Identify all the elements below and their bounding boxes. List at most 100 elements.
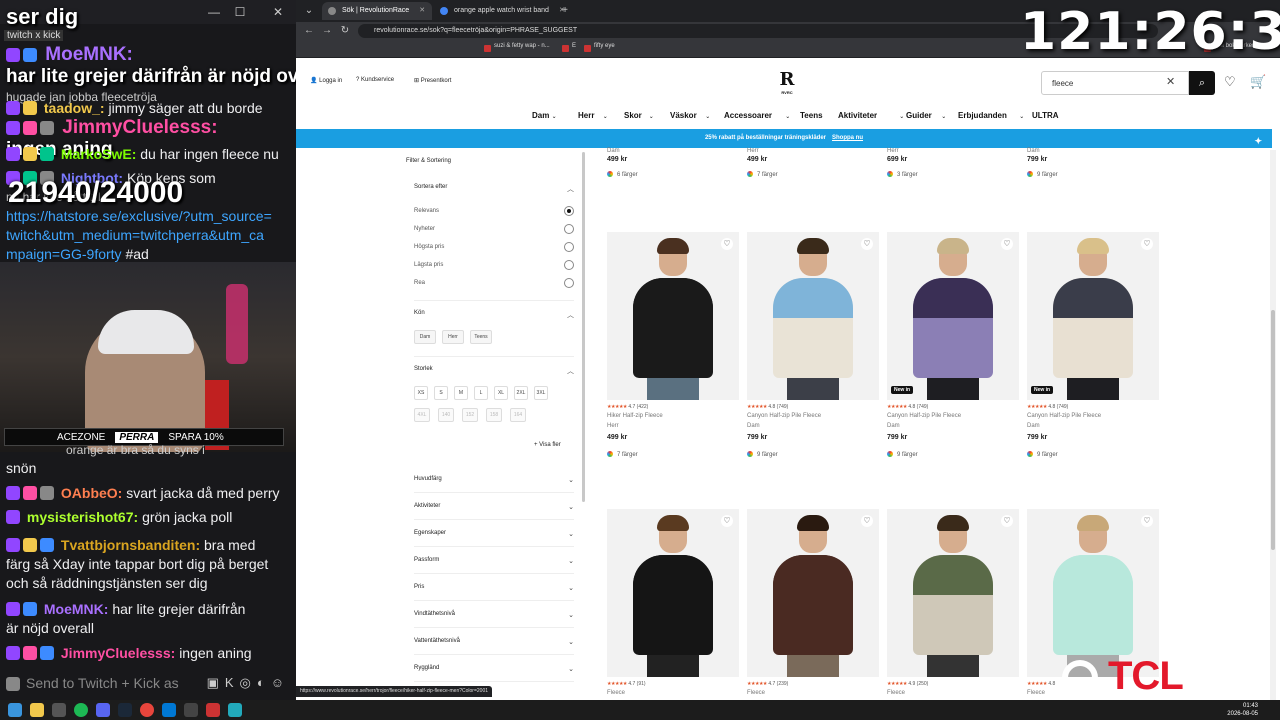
gender-heading[interactable]: Kön ︿ — [414, 310, 574, 319]
radio-button[interactable] — [564, 260, 574, 270]
product-colors[interactable]: 6 färger — [607, 171, 739, 178]
nav-item-aktiviteter[interactable]: Aktiviteter — [838, 111, 877, 120]
app-icon[interactable] — [184, 703, 198, 717]
cart-icon[interactable]: 🛒 — [1250, 74, 1266, 90]
product-image[interactable]: ♡ New in — [887, 232, 1019, 400]
product-colors[interactable]: 9 färger — [747, 451, 778, 458]
product-name[interactable]: Fleece — [887, 690, 905, 696]
nav-item-guider[interactable]: Guider — [906, 111, 932, 120]
explorer-icon[interactable] — [30, 703, 44, 717]
radio-button[interactable] — [564, 242, 574, 252]
discord-icon[interactable] — [96, 703, 110, 717]
product-colors[interactable]: 7 färger — [607, 451, 638, 458]
size-chip[interactable]: L — [474, 386, 488, 400]
filter-section[interactable]: Ryggländ ⌄ — [414, 665, 574, 673]
chat-link[interactable]: mpaign=GG-9forty — [6, 246, 122, 262]
spotify-icon[interactable] — [74, 703, 88, 717]
app-icon[interactable] — [206, 703, 220, 717]
tab-google-search[interactable]: orange apple watch wrist band ✕ — [434, 2, 565, 20]
search-button[interactable]: ⌕ — [1189, 71, 1215, 95]
nav-item-herr[interactable]: Herr — [578, 111, 594, 120]
maximize-icon[interactable]: ☐ — [232, 4, 248, 20]
product-image[interactable]: ♡ New in — [1027, 232, 1159, 400]
tab-close-icon[interactable]: ✕ — [419, 7, 425, 14]
product-name[interactable]: Fleece — [1027, 690, 1045, 696]
size-chip[interactable]: XL — [494, 386, 508, 400]
page-scrollbar-thumb[interactable] — [1271, 310, 1275, 550]
chrome-icon[interactable] — [140, 703, 154, 717]
wishlist-heart-icon[interactable]: ♡ — [1001, 515, 1013, 527]
site-logo[interactable]: R RVRC — [770, 69, 804, 95]
login-link[interactable]: 👤 Logga in — [310, 77, 342, 84]
wishlist-heart-icon[interactable]: ♡ — [1224, 74, 1236, 90]
filter-section[interactable]: Huvudfärg ⌄ — [414, 476, 574, 484]
back-icon[interactable]: ← — [302, 24, 316, 38]
product-image[interactable]: ♡ — [607, 509, 739, 677]
bookmark-item[interactable]: suzi & fetty wap - n... — [484, 43, 550, 52]
minimize-icon[interactable]: — — [206, 4, 222, 20]
filter-section[interactable]: Egenskaper ⌄ — [414, 530, 574, 538]
product-name[interactable]: Fleece — [607, 690, 625, 696]
nav-item-teens[interactable]: Teens — [800, 111, 823, 120]
bookmark-item[interactable]: fifty eye — [584, 43, 615, 52]
customer-service-link[interactable]: ? Kundservice — [356, 77, 394, 83]
sort-heading[interactable]: Sortera efter ︿ — [414, 184, 574, 193]
filter-section[interactable]: Vattentäthetsnivå ⌄ — [414, 638, 574, 646]
chat-username[interactable]: JimmyCluelesss: — [62, 117, 217, 138]
reload-icon[interactable]: ↻ — [338, 24, 352, 38]
nav-item-ultra[interactable]: ULTRA — [1032, 111, 1059, 120]
chat-username[interactable]: taadow_: — [44, 100, 105, 116]
show-more-sizes[interactable]: + Visa fler — [534, 442, 561, 448]
product-card-partial[interactable]: Dam 499 kr 6 färger — [607, 148, 739, 178]
product-colors[interactable]: 9 färger — [1027, 171, 1159, 178]
nav-item-väskor[interactable]: Väskor — [670, 111, 697, 120]
banner-link[interactable]: Shoppa nu — [832, 135, 863, 141]
size-heading[interactable]: Storlek ︿ — [414, 366, 574, 375]
chat-username[interactable]: mysisterishot67: — [27, 509, 138, 525]
filter-scrollbar[interactable] — [582, 152, 585, 502]
chat-username[interactable]: MarkoSwE: — [61, 146, 136, 162]
product-colors[interactable]: 9 färger — [887, 451, 918, 458]
size-chip[interactable]: S — [434, 386, 448, 400]
steam-icon[interactable] — [118, 703, 132, 717]
product-card-partial[interactable]: Herr 699 kr 3 färger — [887, 148, 1019, 178]
product-name[interactable]: Canyon Half-zip Pile Fleece — [887, 413, 961, 419]
clear-search-icon[interactable]: ✕ — [1166, 75, 1175, 88]
new-tab-icon[interactable]: + — [558, 4, 572, 18]
chat-tool-icons[interactable]: ▣K◎◐☺ — [207, 675, 290, 691]
product-image[interactable]: ♡ — [607, 232, 739, 400]
gender-chip[interactable]: Teens — [470, 330, 492, 344]
filter-section[interactable]: Aktiviteter ⌄ — [414, 503, 574, 511]
bookmark-item[interactable]: E — [562, 43, 576, 52]
chat-username[interactable]: Tvattbjornsbanditen: — [61, 537, 200, 553]
tab-search-icon[interactable]: ⌄ — [302, 4, 316, 18]
sort-option[interactable]: Lägsta pris — [414, 260, 574, 270]
product-image[interactable]: ♡ — [747, 232, 879, 400]
close-icon[interactable]: ✕ — [270, 4, 286, 20]
wishlist-heart-icon[interactable]: ♡ — [721, 515, 733, 527]
size-chip[interactable]: 3XL — [534, 386, 548, 400]
chat-username[interactable]: JimmyCluelesss: — [61, 645, 175, 661]
forward-icon[interactable]: → — [320, 24, 334, 38]
app-icon[interactable] — [228, 703, 242, 717]
filter-section[interactable]: Vindtäthetsnivå ⌄ — [414, 611, 574, 619]
chat-link[interactable]: https://hatstore.se/exclusive/?utm_sourc… — [6, 208, 272, 224]
sort-option[interactable]: Rea — [414, 278, 574, 288]
gift-card-link[interactable]: ⊞ Presentkort — [414, 77, 451, 84]
size-chip[interactable]: XS — [414, 386, 428, 400]
product-name[interactable]: Fleece — [747, 690, 765, 696]
product-name[interactable]: Canyon Half-zip Pile Fleece — [747, 413, 821, 419]
product-name[interactable]: Hiker Half-zip Fleece — [607, 413, 663, 419]
obs-icon[interactable] — [52, 703, 66, 717]
product-colors[interactable]: 7 färger — [747, 171, 879, 178]
size-chip[interactable]: 2XL — [514, 386, 528, 400]
product-card-partial[interactable]: Dam 799 kr 9 färger — [1027, 148, 1159, 178]
pin-icon[interactable]: ✦ — [1254, 132, 1262, 151]
tab-revolutionrace[interactable]: Sök | RevolutionRace ✕ — [322, 2, 432, 20]
chat-link[interactable]: twitch&utm_medium=twitchperra&utm_ca — [6, 227, 264, 243]
filter-section[interactable]: Pris ⌄ — [414, 584, 574, 592]
product-colors[interactable]: 3 färger — [887, 171, 1019, 178]
sort-option[interactable]: Relevans — [414, 206, 574, 216]
product-card-partial[interactable]: Herr 499 kr 7 färger — [747, 148, 879, 178]
chat-settings-icon[interactable] — [6, 677, 20, 691]
